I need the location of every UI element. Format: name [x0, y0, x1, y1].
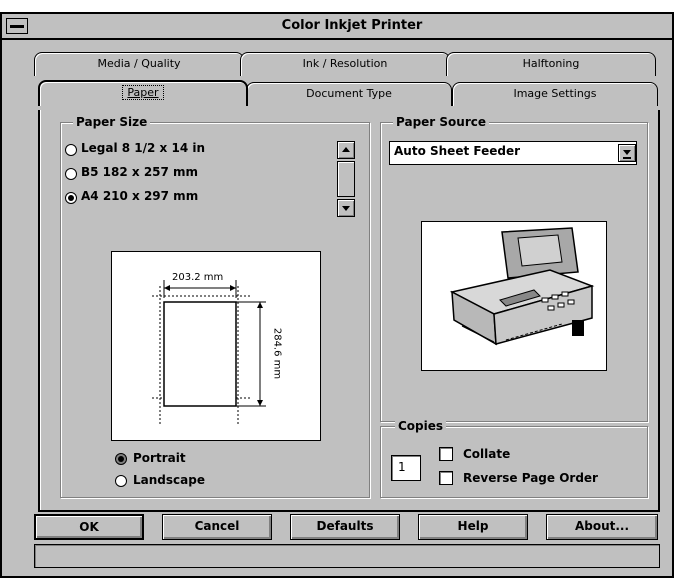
portrait-radio[interactable]	[115, 453, 127, 465]
tab-document-type[interactable]: Document Type	[246, 82, 452, 106]
chevron-down-icon	[623, 150, 631, 155]
down-arrow-icon	[342, 206, 350, 211]
landscape-radio[interactable]	[115, 475, 127, 487]
paper-preview: 203.2 mm 284.6 mm	[111, 251, 321, 441]
paper-source-group: Paper Source Auto Sheet Feeder	[380, 115, 648, 422]
paper-size-a4-radio[interactable]	[65, 192, 77, 204]
copies-count-input[interactable]: 1	[391, 455, 421, 481]
printer-dialog-window: Color Inkjet Printer Media / Quality Ink…	[0, 12, 674, 578]
title-bar: Color Inkjet Printer	[2, 14, 672, 40]
about-button[interactable]: About...	[546, 514, 658, 540]
tab-halftoning-label: Halftoning	[522, 57, 580, 70]
status-bar	[34, 544, 660, 568]
paper-size-option-b5[interactable]: B5 182 x 257 mm	[63, 163, 327, 185]
landscape-label: Landscape	[133, 473, 205, 487]
paper-size-b5-radio[interactable]	[65, 168, 77, 180]
paper-source-dropdown-button[interactable]	[618, 144, 636, 162]
help-button[interactable]: Help	[418, 514, 528, 540]
tab-paper[interactable]: Paper	[38, 80, 248, 106]
portrait-label: Portrait	[133, 451, 186, 465]
paper-width-dimension: 203.2 mm	[172, 272, 224, 283]
paper-size-option-legal[interactable]: Legal 8 1/2 x 14 in	[63, 139, 327, 161]
system-menu-icon[interactable]	[6, 18, 28, 34]
tab-image-settings-label: Image Settings	[513, 87, 597, 100]
paper-source-select[interactable]: Auto Sheet Feeder	[389, 141, 637, 165]
reverse-page-order-checkbox[interactable]	[439, 471, 453, 485]
copies-label: Copies	[395, 419, 447, 433]
paper-size-label: Paper Size	[73, 115, 151, 129]
tab-image-settings[interactable]: Image Settings	[452, 82, 658, 106]
paper-size-legal-label: Legal 8 1/2 x 14 in	[81, 141, 206, 155]
tab-media-quality[interactable]: Media / Quality	[34, 52, 244, 76]
orientation-portrait-option[interactable]: Portrait	[111, 449, 251, 471]
scroll-down-button[interactable]	[337, 199, 355, 217]
printer-icon	[449, 227, 595, 346]
tab-halftoning[interactable]: Halftoning	[446, 52, 656, 76]
paper-height-dimension: 284.6 mm	[271, 318, 283, 389]
tab-ink-resolution-label: Ink / Resolution	[302, 57, 388, 70]
ok-button[interactable]: OK	[34, 514, 144, 540]
window-title: Color Inkjet Printer	[281, 18, 423, 33]
scroll-up-button[interactable]	[337, 141, 355, 159]
collate-checkbox[interactable]	[439, 447, 453, 461]
paper-size-group: Paper Size Legal 8 1/2 x 14 in B5 182 x …	[60, 115, 370, 498]
paper-size-option-a4[interactable]: A4 210 x 297 mm	[63, 187, 327, 209]
paper-source-value: Auto Sheet Feeder	[394, 144, 520, 158]
tab-media-quality-label: Media / Quality	[97, 57, 181, 70]
up-arrow-icon	[342, 147, 350, 152]
paper-size-a4-label: A4 210 x 297 mm	[81, 189, 199, 203]
defaults-button[interactable]: Defaults	[290, 514, 400, 540]
paper-size-b5-label: B5 182 x 257 mm	[81, 165, 199, 179]
collate-label: Collate	[463, 447, 511, 461]
cancel-button[interactable]: Cancel	[162, 514, 272, 540]
copies-count-value: 1	[398, 460, 406, 474]
tab-document-type-label: Document Type	[306, 87, 392, 100]
paper-source-label: Paper Source	[393, 115, 489, 129]
copies-group: Copies 1 Collate Reverse Page Order	[380, 419, 648, 498]
scroll-thumb[interactable]	[337, 161, 355, 197]
orientation-landscape-option[interactable]: Landscape	[111, 471, 251, 493]
paper-size-legal-radio[interactable]	[65, 144, 77, 156]
reverse-page-order-label: Reverse Page Order	[463, 471, 598, 485]
tab-paper-label: Paper	[122, 85, 164, 100]
tab-ink-resolution[interactable]: Ink / Resolution	[240, 52, 450, 76]
paper-size-scrollbar[interactable]	[337, 141, 359, 217]
printer-image	[421, 221, 607, 371]
paper-size-list[interactable]: Legal 8 1/2 x 14 in B5 182 x 257 mm A4 2…	[63, 139, 327, 209]
